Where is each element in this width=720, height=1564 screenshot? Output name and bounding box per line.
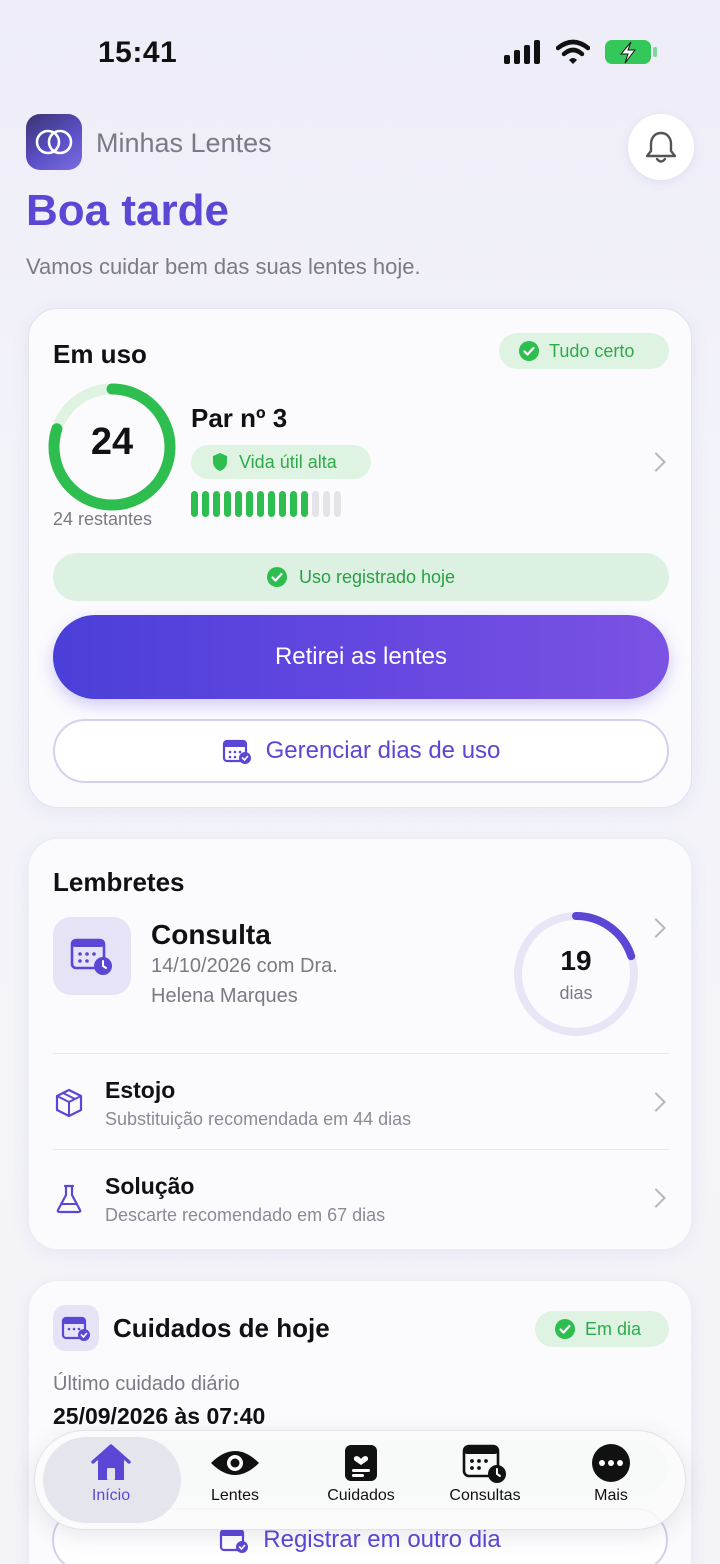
register-other-day-label: Registrar em outro dia (263, 1526, 501, 1553)
status-badge-label: Tudo certo (549, 340, 635, 361)
care-today-title: Cuidados de hoje (113, 1313, 330, 1343)
tab-label: Lentes (210, 1487, 260, 1504)
care-status-badge: Em dia (535, 1311, 669, 1347)
manage-days-label: Gerenciar dias de uso (265, 737, 501, 764)
status-badge: Tudo certo (499, 333, 669, 369)
greeting-subtitle: Vamos cuidar bem das suas lentes hoje. (26, 254, 421, 279)
lifespan-bars (191, 491, 341, 517)
lifespan-bar-segment (279, 491, 286, 517)
lifespan-badge-label: Vida útil alta (239, 451, 337, 472)
tab-mais[interactable]: Mais (551, 1441, 671, 1521)
solucao-title: Solução (105, 1173, 195, 1199)
lifespan-bar-segment (246, 491, 253, 517)
estojo-subtitle: Substituição recomendada em 44 dias (105, 1109, 412, 1129)
status-icons (504, 38, 658, 66)
consulta-days: 19 (560, 945, 592, 976)
calendar-clock-icon (462, 1444, 506, 1483)
last-care-value: 25/09/2026 às 07:40 (53, 1403, 266, 1429)
in-use-title: Em uso (53, 339, 147, 369)
consulta-date: 14/10/2026 com Dra. (151, 955, 338, 977)
consulta-days-unit: dias (559, 983, 593, 1003)
flask-icon (56, 1184, 82, 1214)
lifespan-bar-segment (334, 491, 341, 517)
calendar-check-icon (222, 739, 251, 764)
shield-icon (213, 453, 227, 471)
consulta-chevron-icon[interactable] (646, 918, 666, 938)
lifespan-bar-segment (312, 491, 319, 517)
in-use-card: Em uso Tudo certo 24 24 restantes Par nº… (28, 308, 692, 808)
estojo-chevron-icon[interactable] (646, 1092, 666, 1112)
consulta-icon-box (53, 917, 131, 995)
tab-bar: Início Lentes Cuidados Consultas Mais (34, 1430, 686, 1530)
eye-icon (211, 1451, 259, 1475)
tab-label: Consultas (449, 1487, 521, 1504)
status-bar: 15:41 (0, 0, 720, 100)
divider (53, 1149, 669, 1150)
consulta-title: Consulta (151, 919, 271, 950)
battery-charging-icon (605, 40, 657, 64)
pair-title: Par nº 3 (191, 403, 288, 433)
signal-icon (504, 40, 540, 64)
lifespan-badge: Vida útil alta (191, 445, 371, 479)
notifications-button[interactable] (628, 114, 694, 180)
estojo-title: Estojo (105, 1077, 176, 1103)
status-time: 15:41 (98, 36, 178, 69)
manage-days-button[interactable]: Gerenciar dias de uso (53, 719, 669, 783)
lifespan-bar-segment (213, 491, 220, 517)
lifespan-bar-segment (257, 491, 264, 517)
tab-label: Início (91, 1487, 131, 1504)
lifespan-bar-segment (323, 491, 330, 517)
lifespan-bar-segment (268, 491, 275, 517)
pair-chevron-icon[interactable] (646, 452, 666, 472)
lifespan-bar-segment (191, 491, 198, 517)
home-icon (91, 1444, 131, 1480)
check-circle-icon (266, 567, 287, 587)
remaining-label: 24 restantes (53, 509, 153, 529)
reminders-title: Lembretes (53, 867, 185, 897)
tab-consultas[interactable]: Consultas (425, 1441, 545, 1521)
reminders-card: Lembretes Consulta 14/10/2026 com Dra. H… (28, 838, 692, 1250)
remaining-count: 24 (90, 421, 134, 463)
care-status-label: Em dia (585, 1318, 642, 1339)
tab-inicio[interactable]: Início (51, 1441, 171, 1521)
care-icon-box (53, 1305, 99, 1351)
greeting-title: Boa tarde (26, 186, 229, 235)
last-care-label: Último cuidado diário (53, 1373, 240, 1395)
calendar-check-icon (220, 1528, 249, 1553)
lifespan-bar-segment (301, 491, 308, 517)
lifespan-bar-segment (202, 491, 209, 517)
removed-lenses-button[interactable]: Retirei as lentes (53, 615, 669, 699)
lenses-logo-icon (35, 129, 73, 155)
wifi-icon (556, 39, 590, 64)
calendar-clock-icon (70, 938, 112, 975)
lifespan-bar-segment (235, 491, 242, 517)
care-icon (345, 1445, 377, 1481)
calendar-check-icon (61, 1316, 90, 1341)
registered-today-banner: Uso registrado hoje (53, 553, 669, 601)
tab-label: Mais (594, 1487, 628, 1504)
app-logo (26, 114, 82, 170)
tab-label: Cuidados (327, 1487, 395, 1504)
tab-lentes[interactable]: Lentes (175, 1441, 295, 1521)
more-icon (592, 1444, 630, 1482)
solucao-subtitle: Descarte recomendado em 67 dias (105, 1205, 386, 1225)
lifespan-bar-segment (224, 491, 231, 517)
box-icon (55, 1088, 83, 1118)
check-circle-icon (555, 1319, 575, 1339)
solucao-chevron-icon[interactable] (646, 1188, 666, 1208)
bell-icon (645, 131, 677, 163)
app-name: Minhas Lentes (96, 128, 272, 158)
check-circle-icon (519, 341, 539, 361)
divider (53, 1053, 669, 1054)
registered-today-label: Uso registrado hoje (298, 566, 456, 587)
lifespan-bar-segment (290, 491, 297, 517)
app-header: Minhas Lentes (26, 114, 694, 184)
tab-cuidados[interactable]: Cuidados (301, 1441, 421, 1521)
consulta-doctor: Helena Marques (151, 985, 298, 1007)
